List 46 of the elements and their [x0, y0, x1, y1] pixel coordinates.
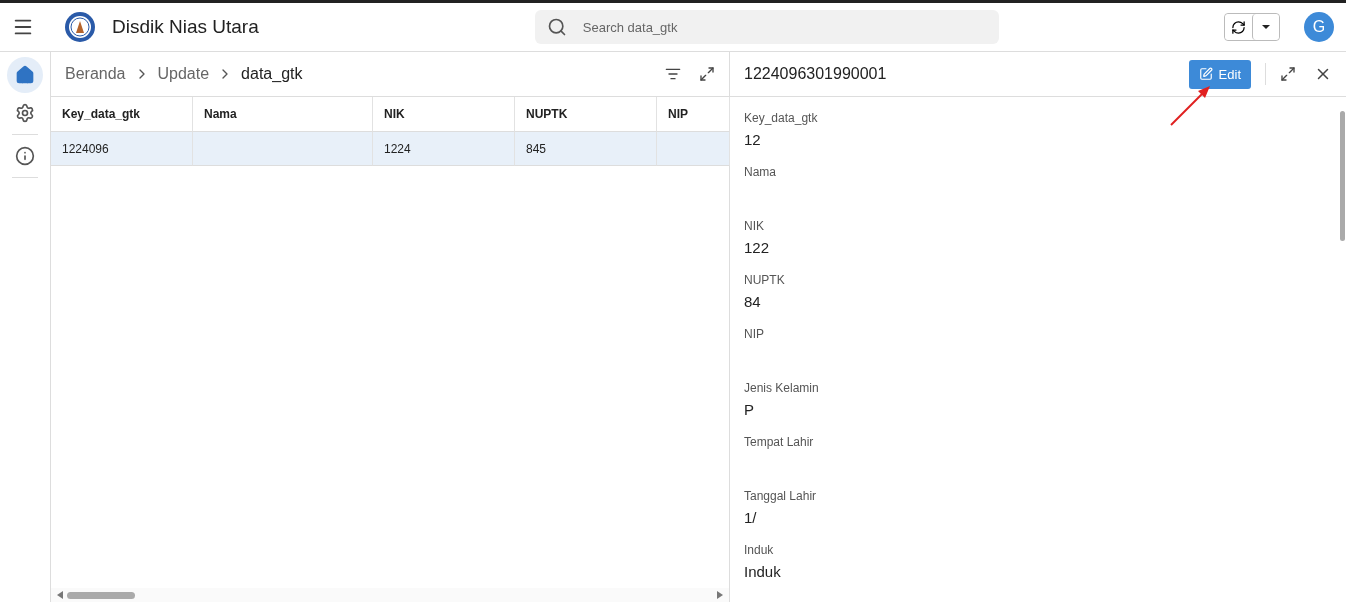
search-input[interactable]: Search data_gtk — [580, 18, 987, 36]
table-cell: 1224 — [373, 132, 515, 166]
info-icon — [15, 146, 35, 166]
edit-button[interactable]: Edit — [1188, 59, 1251, 89]
field-label: Tanggal Lahir — [744, 489, 818, 503]
breadcrumb-link[interactable]: data_gtk — [241, 65, 303, 83]
table-cell: 845 — [515, 132, 657, 166]
field-value: 12 — [744, 131, 762, 149]
annotation-arrow — [1168, 84, 1212, 128]
scroll-right-icon[interactable] — [717, 591, 723, 599]
gear-icon — [15, 103, 35, 123]
field-label: Induk — [744, 543, 775, 557]
field-label: NUPTK — [744, 273, 786, 287]
user-avatar[interactable]: G — [1304, 12, 1334, 42]
logo-icon — [64, 11, 96, 43]
horizontal-scrollbar[interactable] — [51, 588, 729, 602]
filter-button[interactable] — [665, 66, 681, 82]
home-button[interactable] — [7, 57, 43, 93]
field-label: Nama — [744, 165, 777, 179]
expand-icon — [699, 66, 715, 82]
expand-button[interactable] — [699, 66, 715, 82]
field-label: NIK — [744, 219, 765, 233]
field-value: 1/ — [744, 509, 758, 527]
record-title: 1224096301990001 — [744, 65, 887, 83]
field-value: 122 — [744, 239, 771, 257]
filter-icon — [665, 66, 681, 82]
caret-icon — [1261, 24, 1271, 30]
refresh-icon — [1231, 19, 1246, 35]
expand-icon — [1280, 66, 1296, 82]
expand-button[interactable] — [1280, 66, 1296, 82]
app-title: Disdik Nias Utara — [112, 16, 259, 38]
field-value: P — [744, 401, 755, 419]
field-label: NIP — [744, 327, 765, 341]
scroll-left-icon[interactable] — [57, 591, 63, 599]
field-value: Induk — [744, 563, 782, 581]
search-icon — [546, 17, 567, 37]
breadcrumb-link[interactable]: Update — [157, 65, 210, 83]
field-label: Key_data_gtk — [744, 111, 819, 125]
field-label: Tempat Lahir — [744, 435, 815, 449]
home-icon — [15, 65, 35, 85]
field-label: Jenis Kelamin — [744, 381, 820, 395]
edit-icon — [1198, 67, 1213, 81]
search-field[interactable]: Search data_gtk — [534, 10, 999, 44]
table-cell: 1224096 — [51, 132, 193, 166]
field-value: 84 — [744, 293, 762, 311]
breadcrumb-link[interactable]: Beranda — [65, 65, 126, 83]
